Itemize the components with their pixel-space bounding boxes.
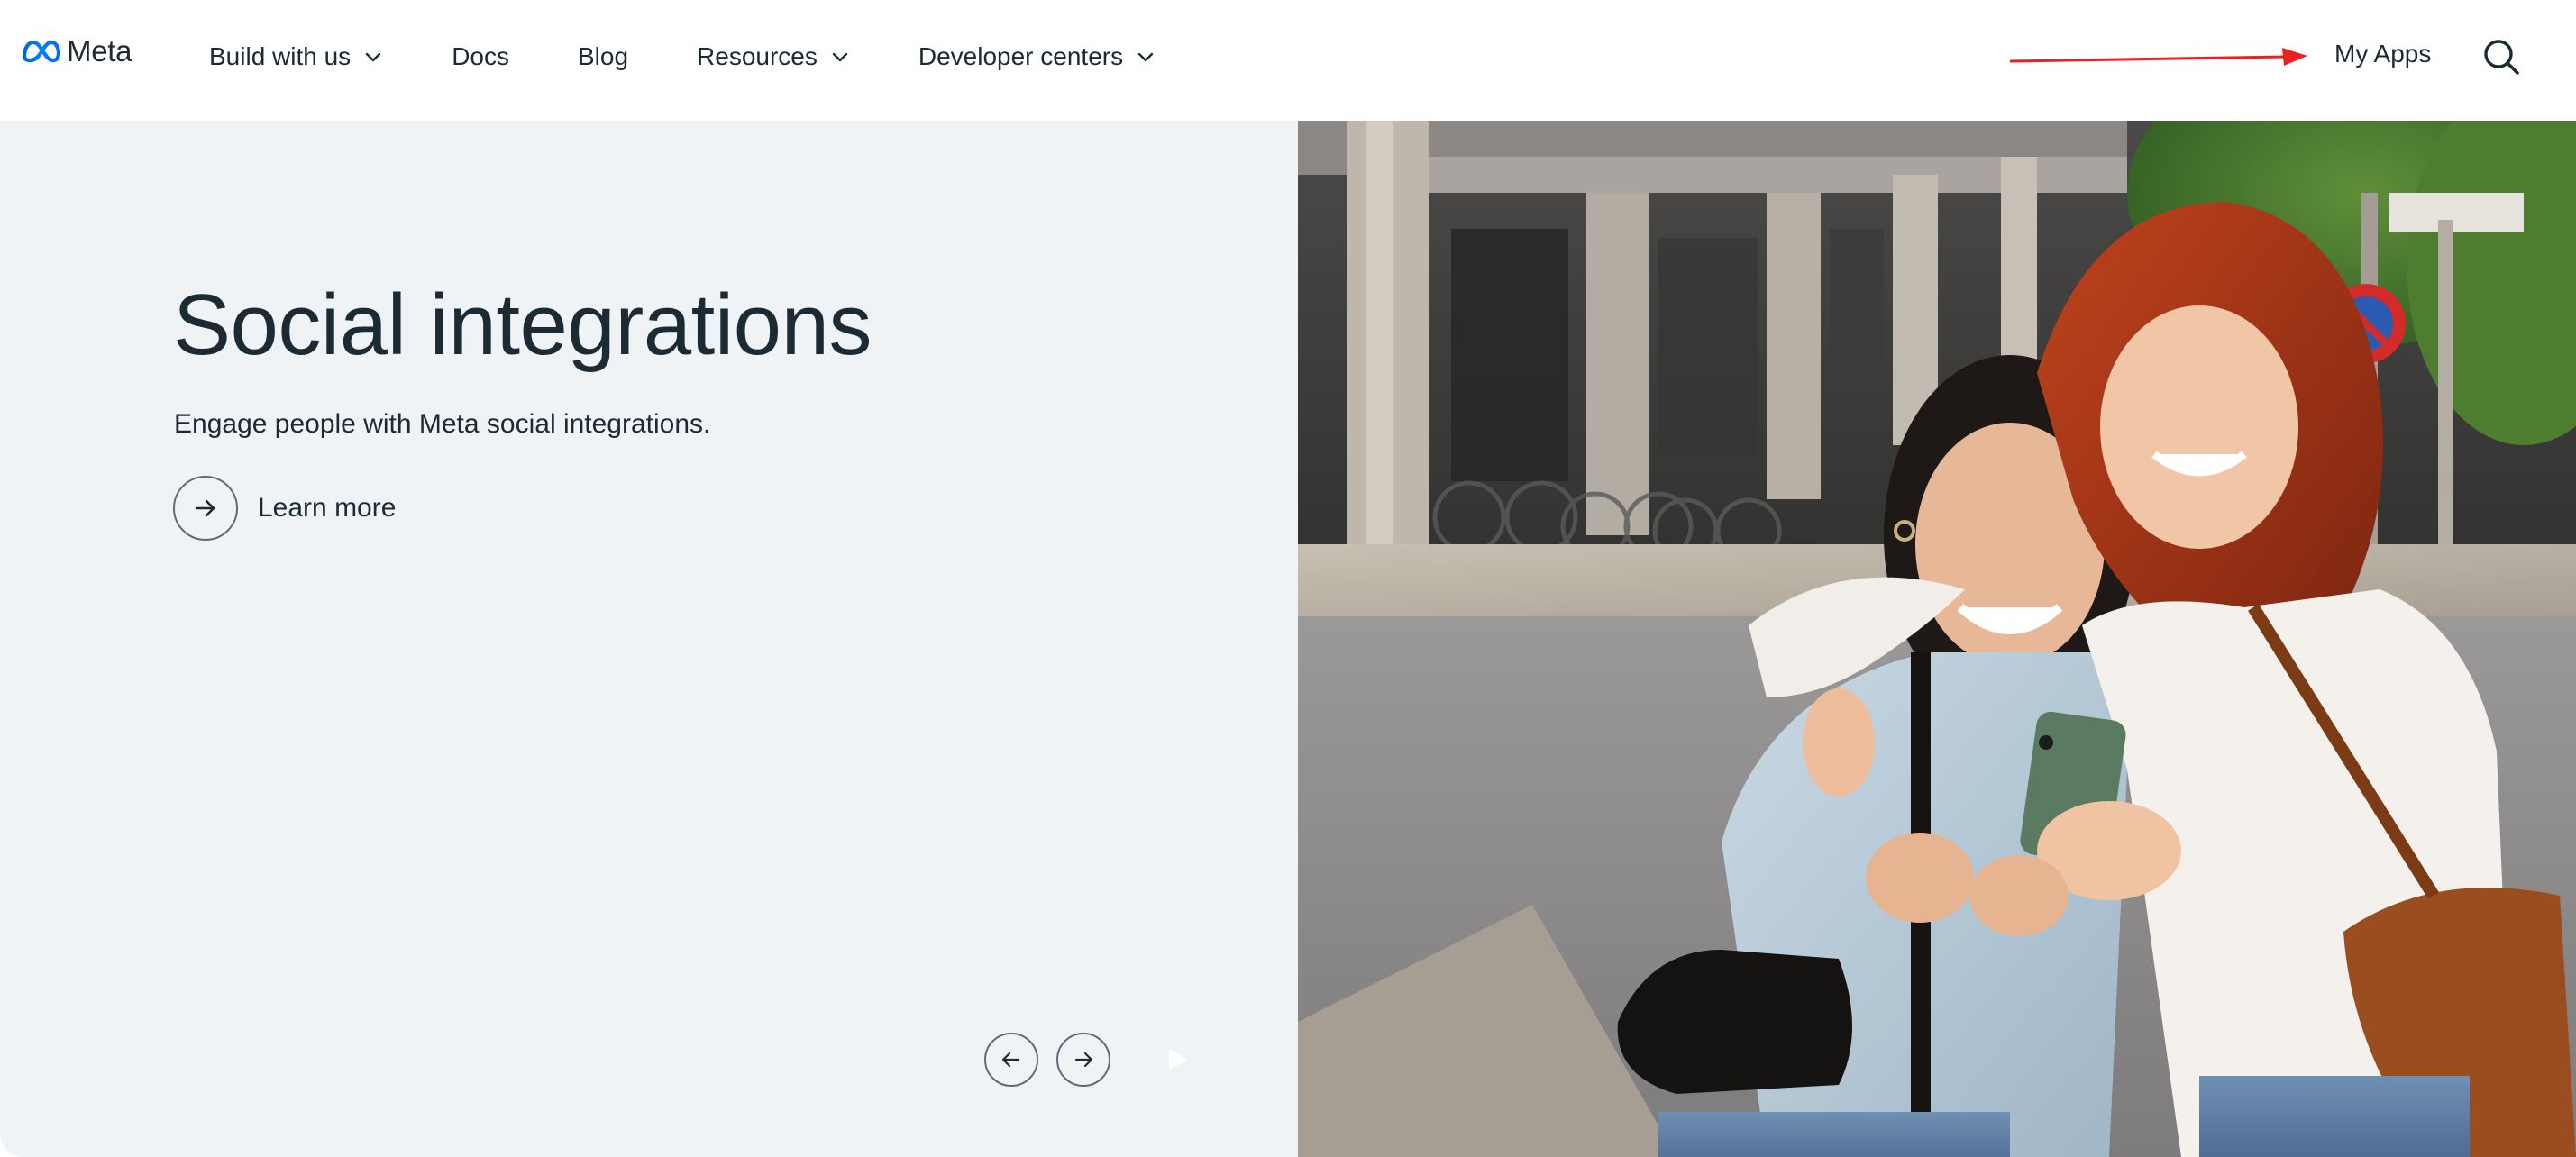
nav-resources[interactable]: Resources	[697, 0, 850, 114]
hero-title: Social integrations	[173, 277, 872, 373]
nav-docs[interactable]: Docs	[452, 0, 509, 114]
hero-image	[1298, 121, 2576, 1157]
carousel-prev-button[interactable]	[984, 1033, 1038, 1087]
arrow-right-icon	[1074, 1052, 1093, 1068]
meta-infinity-icon	[22, 40, 61, 63]
annotation-arrow-icon	[2010, 48, 2307, 66]
arrow-left-icon	[1001, 1052, 1020, 1068]
hero-subtitle: Engage people with Meta social integrati…	[174, 409, 711, 439]
nav-developer-centers[interactable]: Developer centers	[918, 0, 1156, 114]
chevron-down-icon	[365, 52, 381, 62]
search-icon	[2484, 40, 2519, 75]
carousel-controls	[984, 1033, 1195, 1087]
nav-label: Resources	[697, 42, 818, 70]
carousel-play-button[interactable]	[1159, 1042, 1195, 1078]
carousel-next-button[interactable]	[1056, 1033, 1110, 1087]
search-button[interactable]	[2480, 36, 2522, 77]
nav-blog[interactable]: Blog	[578, 0, 628, 114]
chevron-down-icon	[832, 52, 848, 62]
nav-label: Blog	[577, 42, 629, 70]
play-icon	[1169, 1049, 1188, 1070]
nav-build-with-us[interactable]: Build with us	[209, 0, 383, 114]
top-navigation: Meta Build with us Docs Blog Resources D…	[0, 0, 2576, 121]
my-apps-link[interactable]: My Apps	[2334, 40, 2431, 68]
main-menu: Build with us Docs Blog Resources Develo…	[209, 0, 1156, 114]
hero-text-panel: Social integrations Engage people with M…	[0, 121, 1298, 1157]
learn-more-link[interactable]: Learn more	[173, 476, 396, 541]
brand-name: Meta	[67, 34, 132, 68]
nav-label: Build with us	[209, 42, 352, 70]
learn-more-label: Learn more	[258, 493, 397, 523]
meta-logo[interactable]: Meta	[20, 34, 132, 68]
hero-photo-illustration	[1298, 121, 2576, 1157]
chevron-down-icon	[1137, 52, 1154, 62]
hero-carousel: Social integrations Engage people with M…	[0, 121, 2576, 1157]
nav-label: Developer centers	[918, 42, 1124, 70]
nav-label: Docs	[452, 42, 509, 70]
arrow-right-icon	[195, 499, 215, 517]
learn-more-circle[interactable]	[173, 476, 238, 541]
